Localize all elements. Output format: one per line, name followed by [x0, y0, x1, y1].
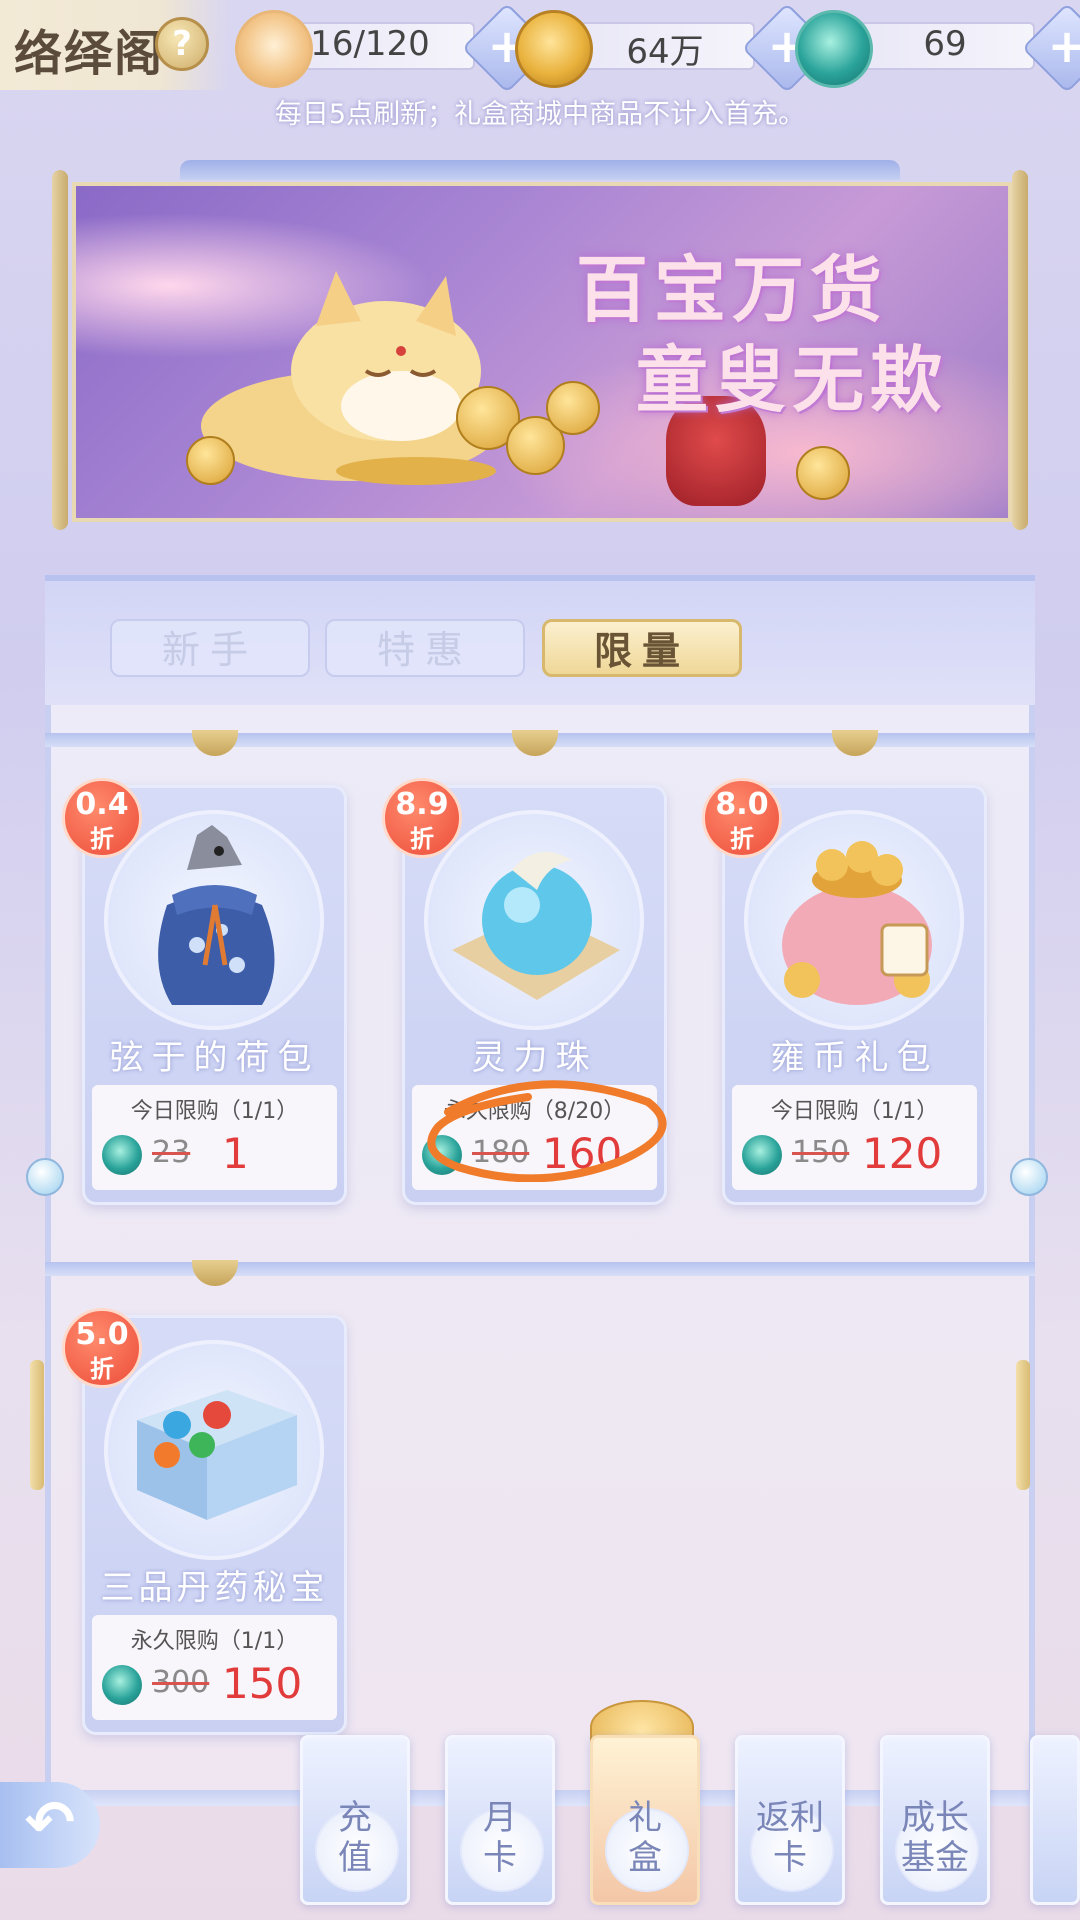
original-price: 150 — [792, 1135, 850, 1170]
coin-icon — [546, 381, 600, 435]
coin-icon — [515, 10, 593, 88]
annotation-circle — [427, 1080, 667, 1182]
product-price-panel: 永久限购（1/1） 300 150 — [92, 1615, 337, 1720]
purchase-limit: 永久限购（1/1） — [130, 1629, 299, 1654]
nav-more[interactable] — [1030, 1735, 1080, 1905]
stamina-value: 16/120 — [310, 24, 430, 64]
page-title: 络绎阁 — [14, 26, 165, 82]
tassel-ornament — [1016, 1360, 1030, 1490]
coin-icon — [186, 436, 235, 485]
nav-label: 返利卡 — [756, 1798, 824, 1878]
product-price-panel: 今日限购（1/1） 150 120 — [732, 1085, 977, 1190]
scroll-rod-right — [1012, 170, 1028, 530]
purchase-limit: 今日限购（1/1） — [130, 1099, 299, 1124]
top-bar: 络绎阁 ? 16/120 + 64万 + 69 + — [0, 0, 1080, 94]
nav-label: 月卡 — [483, 1798, 517, 1878]
discount-badge: 8.9 折 — [382, 778, 462, 858]
sale-price: 150 — [222, 1659, 303, 1708]
orb-icon — [452, 852, 620, 1000]
product-name: 雍币礼包 — [770, 1038, 939, 1078]
jade-icon — [102, 1135, 142, 1175]
coin-resource: 64万 + — [515, 2, 833, 94]
nav-recharge[interactable]: 充值 — [300, 1735, 410, 1905]
product-name: 弦于的荷包 — [109, 1038, 320, 1078]
sale-price: 120 — [862, 1129, 943, 1178]
banner-title-line2: 童叟无欺 — [636, 337, 949, 422]
coin-value: 64万 — [626, 32, 704, 72]
cat-icon — [235, 10, 313, 88]
jade-icon — [742, 1135, 782, 1175]
product-price-panel: 今日限购（1/1） 23 1 — [92, 1085, 337, 1190]
jade-resource: 69 + — [795, 2, 1080, 94]
gem-ornament-icon — [26, 1158, 64, 1196]
discount-badge: 0.4 折 — [62, 778, 142, 858]
nav-label: 礼盒 — [628, 1798, 662, 1878]
jade-value: 69 — [923, 24, 967, 64]
discount-badge: 5.0 折 — [62, 1308, 142, 1388]
tab-newbie[interactable]: 新手 — [110, 619, 310, 677]
nav-growth-fund[interactable]: 成长基金 — [880, 1735, 990, 1905]
promo-banner: 百宝万货 童叟无欺 — [72, 182, 1012, 522]
gem-ornament-icon — [1010, 1158, 1048, 1196]
nav-rebate-card[interactable]: 返利卡 — [735, 1735, 845, 1905]
category-tabs: 新手 特惠 限量 — [45, 575, 1035, 711]
jade-icon — [102, 1665, 142, 1705]
back-arrow-icon[interactable]: ↶ — [0, 1782, 100, 1868]
discount-badge: 8.0 折 — [702, 778, 782, 858]
sale-price: 1 — [222, 1129, 249, 1178]
help-icon[interactable]: ? — [155, 17, 209, 71]
jade-icon — [795, 10, 873, 88]
tab-special[interactable]: 特惠 — [325, 619, 525, 677]
coin-icon — [796, 446, 850, 500]
original-price: 300 — [152, 1665, 210, 1700]
nav-gift-box[interactable]: 礼盒 — [590, 1735, 700, 1905]
purchase-limit: 今日限购（1/1） — [770, 1099, 939, 1124]
nav-label: 成长基金 — [901, 1798, 969, 1878]
refresh-notice: 每日5点刷新；礼盒商城中商品不计入首充。 — [274, 99, 806, 130]
product-name: 三品丹药秘宝 — [100, 1568, 329, 1608]
stamina-resource: 16/120 + — [235, 2, 553, 94]
tassel-ornament — [30, 1360, 44, 1490]
scroll-rod-left — [52, 170, 68, 530]
pill-box-icon — [137, 1390, 297, 1520]
pouch-icon — [158, 825, 275, 1005]
coin-bag-icon — [782, 841, 932, 1005]
add-jade-button[interactable]: + — [1021, 2, 1080, 94]
nav-monthly-card[interactable]: 月卡 — [445, 1735, 555, 1905]
banner-frame: 百宝万货 童叟无欺 — [30, 160, 1050, 550]
tab-limited[interactable]: 限量 — [542, 619, 742, 677]
nav-label: 充值 — [338, 1798, 372, 1878]
original-price: 23 — [152, 1135, 191, 1170]
sleeping-fox-illustration — [201, 271, 501, 485]
